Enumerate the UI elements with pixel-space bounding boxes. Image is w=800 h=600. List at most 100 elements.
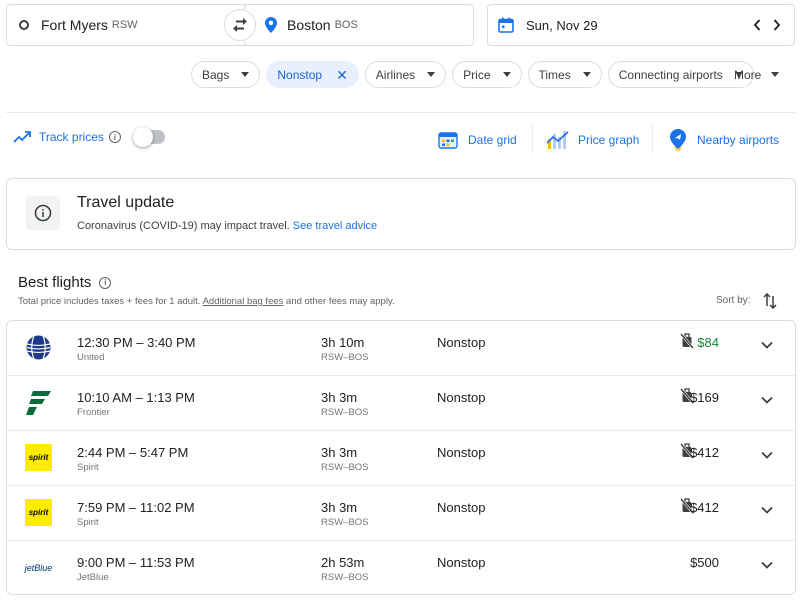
flight-row[interactable]: 12:30 PM – 3:40 PM United 3h 10m RSW–BOS… bbox=[7, 321, 795, 376]
united-logo bbox=[25, 334, 52, 361]
location-pin-icon bbox=[265, 17, 277, 33]
expand-button[interactable] bbox=[761, 396, 773, 404]
flight-duration: 3h 10m bbox=[321, 335, 365, 350]
flight-route: RSW–BOS bbox=[321, 572, 369, 583]
nearby-airports-button[interactable]: Nearby airports bbox=[667, 126, 779, 154]
flight-times: 2:44 PM – 5:47 PM bbox=[77, 445, 189, 460]
info-icon[interactable]: i bbox=[99, 276, 112, 289]
chip-label: Price bbox=[463, 67, 491, 82]
chevron-down-icon bbox=[761, 561, 773, 569]
caret-down-icon bbox=[241, 72, 250, 77]
flight-duration: 2h 53m bbox=[321, 555, 365, 570]
origin-code: RSW bbox=[111, 19, 138, 31]
divider bbox=[532, 124, 533, 154]
flight-price: $412 bbox=[690, 445, 719, 460]
flight-stops: Nonstop bbox=[437, 500, 486, 515]
caret-down-icon bbox=[771, 72, 780, 77]
airline-name: JetBlue bbox=[77, 572, 109, 583]
subtitle-post: and other fees may apply. bbox=[283, 296, 395, 307]
filter-airlines[interactable]: Airlines bbox=[364, 61, 447, 88]
destination-field[interactable]: Boston BOS bbox=[244, 4, 474, 46]
trending-icon bbox=[13, 131, 31, 143]
flight-row[interactable]: spirit 7:59 PM – 11:02 PM Spirit 3h 3m R… bbox=[7, 486, 795, 541]
date-grid-label: Date grid bbox=[468, 133, 517, 147]
no-carry-on-bag-icon bbox=[680, 333, 694, 349]
toggle-knob bbox=[132, 127, 153, 147]
chevron-left-icon bbox=[753, 19, 761, 31]
flight-route: RSW–BOS bbox=[321, 517, 369, 528]
flight-stops: Nonstop bbox=[437, 390, 486, 405]
divider bbox=[6, 112, 796, 113]
additional-bag-fees-link[interactable]: Additional bag fees bbox=[203, 296, 284, 307]
flight-price: $84 bbox=[697, 335, 719, 350]
best-flights-heading: Best flights i bbox=[18, 274, 112, 291]
flight-times: 9:00 PM – 11:53 PM bbox=[77, 555, 195, 570]
expand-button[interactable] bbox=[761, 506, 773, 514]
caret-down-icon bbox=[427, 72, 436, 77]
origin-circle-icon bbox=[19, 20, 29, 30]
more-filters-button[interactable]: More bbox=[734, 61, 780, 88]
flight-row[interactable]: 10:10 AM – 1:13 PM Frontier 3h 3m RSW–BO… bbox=[7, 376, 795, 431]
expand-button[interactable] bbox=[761, 341, 773, 349]
chip-label: Airlines bbox=[375, 67, 416, 82]
chevron-right-icon bbox=[773, 19, 781, 31]
spirit-logo: spirit bbox=[25, 444, 52, 471]
destination-code: BOS bbox=[334, 19, 358, 31]
flight-row[interactable]: jetBlue 9:00 PM – 11:53 PM JetBlue 2h 53… bbox=[7, 541, 795, 594]
see-travel-advice-link[interactable]: See travel advice bbox=[293, 220, 377, 232]
flight-route: RSW–BOS bbox=[321, 462, 369, 473]
track-prices-label: Track prices bbox=[39, 130, 104, 144]
chevron-down-icon bbox=[761, 451, 773, 459]
flights-list: 12:30 PM – 3:40 PM United 3h 10m RSW–BOS… bbox=[6, 320, 796, 595]
departure-date-field[interactable]: Sun, Nov 29 bbox=[487, 4, 795, 46]
airline-name: Spirit bbox=[77, 462, 99, 473]
info-icon[interactable]: i bbox=[108, 131, 121, 143]
price-graph-label: Price graph bbox=[578, 133, 640, 147]
flight-price: $169 bbox=[690, 390, 719, 405]
destination-city: Boston bbox=[287, 17, 331, 33]
chevron-down-icon bbox=[761, 396, 773, 404]
travel-update-message: Coronavirus (COVID-19) may impact travel… bbox=[77, 220, 293, 232]
next-date-button[interactable] bbox=[770, 18, 784, 32]
swap-button[interactable] bbox=[224, 9, 256, 41]
previous-date-button[interactable] bbox=[750, 18, 764, 32]
airline-name: Spirit bbox=[77, 517, 99, 528]
caret-down-icon bbox=[582, 72, 591, 77]
date-grid-button[interactable]: Date grid bbox=[438, 126, 517, 154]
filter-bags[interactable]: Bags bbox=[191, 61, 261, 88]
airline-name: Frontier bbox=[77, 407, 110, 418]
travel-update-title: Travel update bbox=[77, 194, 175, 211]
expand-button[interactable] bbox=[761, 451, 773, 459]
price-graph-icon bbox=[546, 129, 570, 151]
flight-stops: Nonstop bbox=[437, 445, 486, 460]
filter-price[interactable]: Price bbox=[452, 61, 522, 88]
price-graph-button[interactable]: Price graph bbox=[546, 126, 639, 154]
track-prices: Track prices i bbox=[13, 127, 165, 147]
departure-date: Sun, Nov 29 bbox=[526, 17, 598, 33]
expand-button[interactable] bbox=[761, 561, 773, 569]
chip-label: Connecting airports bbox=[618, 67, 723, 82]
filter-times[interactable]: Times bbox=[527, 61, 602, 88]
sort-button[interactable] bbox=[763, 293, 777, 309]
spirit-logo-text: spirit bbox=[28, 453, 49, 462]
spirit-logo: spirit bbox=[25, 499, 52, 526]
sort-by-label: Sort by: bbox=[716, 295, 751, 306]
calendar-icon bbox=[498, 17, 514, 33]
frontier-logo bbox=[25, 389, 52, 416]
origin-field[interactable]: Fort Myers RSW bbox=[6, 4, 260, 46]
filter-nonstop[interactable]: Nonstop ✕ bbox=[266, 61, 359, 88]
flight-times: 12:30 PM – 3:40 PM bbox=[77, 335, 196, 350]
jetblue-logo-text: jetBlue bbox=[24, 562, 53, 573]
flight-price: $500 bbox=[690, 555, 719, 570]
flight-duration: 3h 3m bbox=[321, 445, 358, 460]
track-prices-toggle[interactable] bbox=[132, 127, 165, 147]
divider bbox=[652, 124, 653, 154]
flight-stops: Nonstop bbox=[437, 335, 486, 350]
flight-stops: Nonstop bbox=[437, 555, 486, 570]
flight-row[interactable]: spirit 2:44 PM – 5:47 PM Spirit 3h 3m RS… bbox=[7, 431, 795, 486]
chip-label: Times bbox=[538, 67, 571, 82]
filter-connecting-airports[interactable]: Connecting airports bbox=[607, 61, 754, 88]
best-flights-subtitle: Total price includes taxes + fees for 1 … bbox=[18, 296, 395, 307]
close-icon[interactable]: ✕ bbox=[336, 68, 348, 82]
origin-city: Fort Myers bbox=[41, 17, 108, 33]
